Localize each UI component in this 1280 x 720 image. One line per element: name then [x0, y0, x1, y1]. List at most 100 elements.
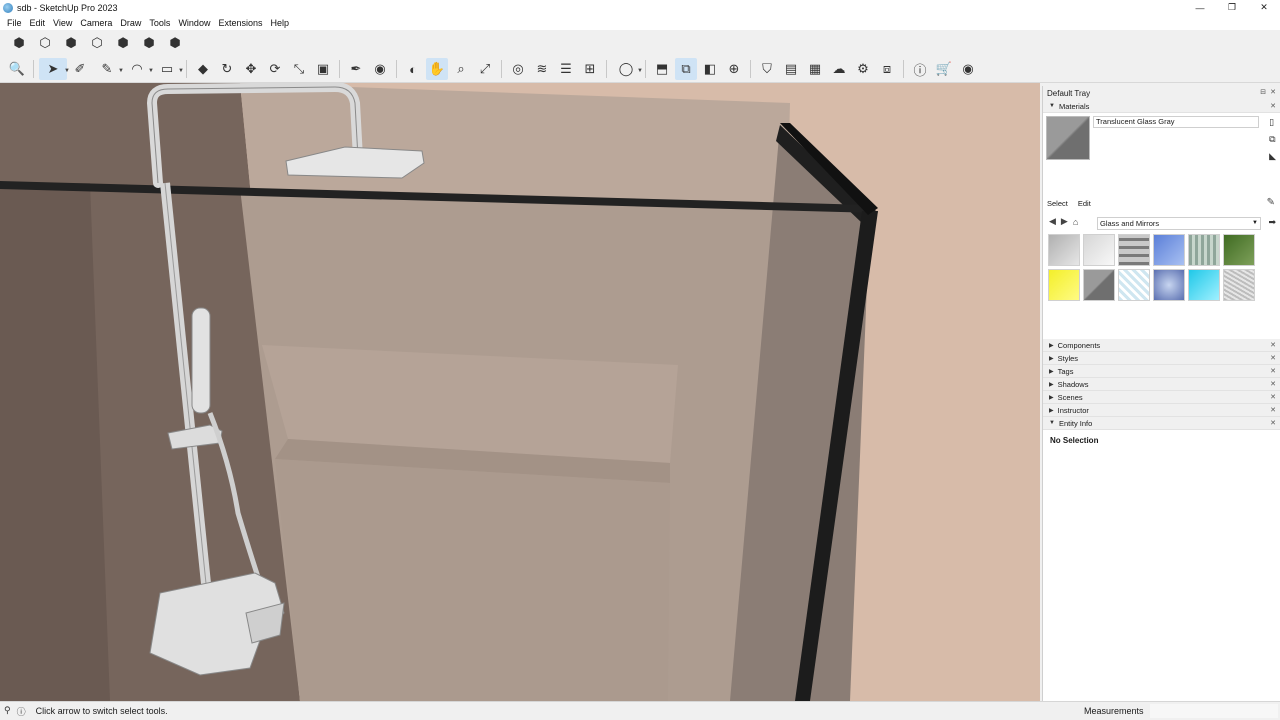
scenes-tool-button[interactable]: ◧ — [699, 58, 721, 80]
scale-tool-button[interactable]: ⤡ — [288, 58, 310, 80]
rectangle-tool-button[interactable]: ▭ ▼ — [153, 58, 184, 80]
menu-draw[interactable]: Draw — [116, 18, 145, 28]
display-secondary-selection-icon[interactable]: ▯ — [1269, 117, 1276, 128]
add-location-button[interactable]: ⊕ — [723, 58, 745, 80]
material-swatch-glass-pattern-light[interactable] — [1118, 269, 1150, 301]
maximize-button[interactable]: ❐ — [1216, 0, 1248, 15]
material-name-field[interactable]: Translucent Glass Gray — [1093, 116, 1259, 128]
material-collection-select[interactable]: Glass and Mirrors ▼ — [1097, 217, 1261, 230]
extension-warehouse-button[interactable]: ⬒ — [651, 58, 673, 80]
tray-close-icon[interactable]: ✕ — [1270, 88, 1276, 96]
material-swatch-glass-yellow[interactable] — [1048, 269, 1080, 301]
entity-info-panel-header[interactable]: ▼ Entity Info ✕ — [1043, 417, 1280, 430]
zoom-extents-button[interactable]: 🔍 — [6, 58, 28, 80]
menu-camera[interactable]: Camera — [76, 18, 116, 28]
measurements-input[interactable] — [1150, 704, 1278, 718]
panel-close-icon[interactable]: ✕ — [1270, 406, 1276, 414]
material-swatch-glass-green-ribbed[interactable] — [1188, 234, 1220, 266]
shadows-panel-header[interactable]: ▶ Shadows ✕ — [1043, 378, 1280, 391]
details-arrow-icon[interactable]: ➡ — [1268, 217, 1276, 228]
panel-close-icon[interactable]: ✕ — [1270, 380, 1276, 388]
chevron-down-icon[interactable]: ▼ — [637, 68, 643, 74]
front-view-button[interactable]: ⬢ — [60, 32, 82, 54]
info-button[interactable]: ⓘ — [909, 58, 931, 80]
offset-tool-button[interactable]: ▣ — [312, 58, 334, 80]
tab-edit[interactable]: Edit — [1078, 199, 1091, 208]
tab-select[interactable]: Select — [1047, 199, 1068, 208]
rotate-tool-button[interactable]: ⟳ — [264, 58, 286, 80]
scenes-panel-header[interactable]: ▶ Scenes ✕ — [1043, 391, 1280, 404]
tape-measure-tool-button[interactable]: ✒ — [345, 58, 367, 80]
panel-close-icon[interactable]: ✕ — [1270, 102, 1276, 110]
geo-location-icon[interactable]: ⚲ — [4, 705, 11, 718]
menu-extensions[interactable]: Extensions — [214, 18, 266, 28]
material-swatch-glass-cyan[interactable] — [1188, 269, 1220, 301]
line-tool-button[interactable]: ✎ ▼ — [93, 58, 124, 80]
trimble-connect-button[interactable]: ☁ — [828, 58, 850, 80]
push-pull-tool-button[interactable]: ◆ — [192, 58, 214, 80]
panel-close-icon[interactable]: ✕ — [1270, 354, 1276, 362]
chevron-down-icon[interactable]: ▼ — [178, 68, 184, 74]
select-tool-button[interactable]: ➤ ▼ — [39, 58, 70, 80]
material-swatch-glass-green-dark[interactable] — [1223, 234, 1255, 266]
panel-close-icon[interactable]: ✕ — [1270, 341, 1276, 349]
orbit-tool-button[interactable]: ◐ — [402, 58, 424, 80]
zoom-tool-button[interactable]: ⌕ — [450, 58, 472, 80]
minimize-button[interactable]: — — [1184, 0, 1216, 15]
eyedropper-icon[interactable]: ✎ — [1267, 197, 1275, 208]
material-swatch-glass-frosted[interactable] — [1223, 269, 1255, 301]
solid-tools-button[interactable]: ⛉ — [756, 58, 778, 80]
shadows-tool-button[interactable]: ▦ — [804, 58, 826, 80]
panel-close-icon[interactable]: ✕ — [1270, 367, 1276, 375]
create-material-icon[interactable]: ⧉ — [1269, 134, 1276, 145]
zoom-window-tool-button[interactable]: ⤢ — [474, 58, 496, 80]
menu-file[interactable]: File — [3, 18, 26, 28]
paint-bucket-tool-button[interactable]: ◉ — [369, 58, 391, 80]
iso-view-button[interactable]: ⬢ — [8, 32, 30, 54]
layers-tool-button[interactable]: ☰ — [555, 58, 577, 80]
back-view-button[interactable]: ⬢ — [112, 32, 134, 54]
forward-arrow-icon[interactable]: ▶ — [1061, 216, 1068, 227]
tags-panel-header[interactable]: ▶ Tags ✕ — [1043, 365, 1280, 378]
panel-close-icon[interactable]: ✕ — [1270, 419, 1276, 427]
layout-send-button[interactable]: ⧈ — [876, 58, 898, 80]
menu-window[interactable]: Window — [174, 18, 214, 28]
model-viewport[interactable] — [0, 83, 1040, 701]
info-icon[interactable]: ⓘ — [17, 705, 26, 718]
account-button[interactable]: ◉ — [957, 58, 979, 80]
material-swatch-glass-white[interactable] — [1083, 234, 1115, 266]
material-swatch-glass-block[interactable] — [1118, 234, 1150, 266]
settings-button[interactable]: ⚙ — [852, 58, 874, 80]
material-preview-swatch[interactable] — [1046, 116, 1090, 160]
menu-view[interactable]: View — [49, 18, 76, 28]
material-swatch-glass-gray-light[interactable] — [1048, 234, 1080, 266]
top-view-button[interactable]: ⬡ — [34, 32, 56, 54]
right-view-button[interactable]: ⬡ — [86, 32, 108, 54]
outliner-button[interactable]: ⧉ — [675, 58, 697, 80]
left-view-button[interactable]: ⬢ — [138, 32, 160, 54]
arc-tool-button[interactable]: ◠ ▼ — [123, 58, 154, 80]
default-material-icon[interactable]: ◣ — [1269, 151, 1276, 162]
materials-panel-header[interactable]: ▼ Materials ✕ — [1043, 100, 1280, 113]
styles-panel-header[interactable]: ▶ Styles ✕ — [1043, 352, 1280, 365]
material-swatch-glass-blue[interactable] — [1153, 234, 1185, 266]
close-button[interactable]: ✕ — [1248, 0, 1280, 15]
tray-pin-icon[interactable]: ⊟ — [1260, 88, 1266, 96]
section-plane-tool-button[interactable]: ≋ — [531, 58, 553, 80]
menu-help[interactable]: Help — [266, 18, 293, 28]
material-swatch-translucent-glass-gray[interactable] — [1083, 269, 1115, 301]
material-swatch-glass-blue-cloud[interactable] — [1153, 269, 1185, 301]
styles-tool-button[interactable]: ▤ — [780, 58, 802, 80]
menu-tools[interactable]: Tools — [145, 18, 174, 28]
home-icon[interactable]: ⌂ — [1073, 217, 1078, 227]
follow-me-tool-button[interactable]: ↻ — [216, 58, 238, 80]
menu-edit[interactable]: Edit — [26, 18, 50, 28]
pan-tool-button[interactable]: ✋ — [426, 58, 448, 80]
sandbox-tool-button[interactable]: ⊞ — [579, 58, 601, 80]
user-menu-button[interactable]: ◯ ▼ — [612, 58, 643, 80]
move-tool-button[interactable]: ✥ — [240, 58, 262, 80]
cart-button[interactable]: 🛒 — [933, 58, 955, 80]
instructor-panel-header[interactable]: ▶ Instructor ✕ — [1043, 404, 1280, 417]
panel-close-icon[interactable]: ✕ — [1270, 393, 1276, 401]
eraser-tool-button[interactable]: ✐ — [69, 58, 91, 80]
